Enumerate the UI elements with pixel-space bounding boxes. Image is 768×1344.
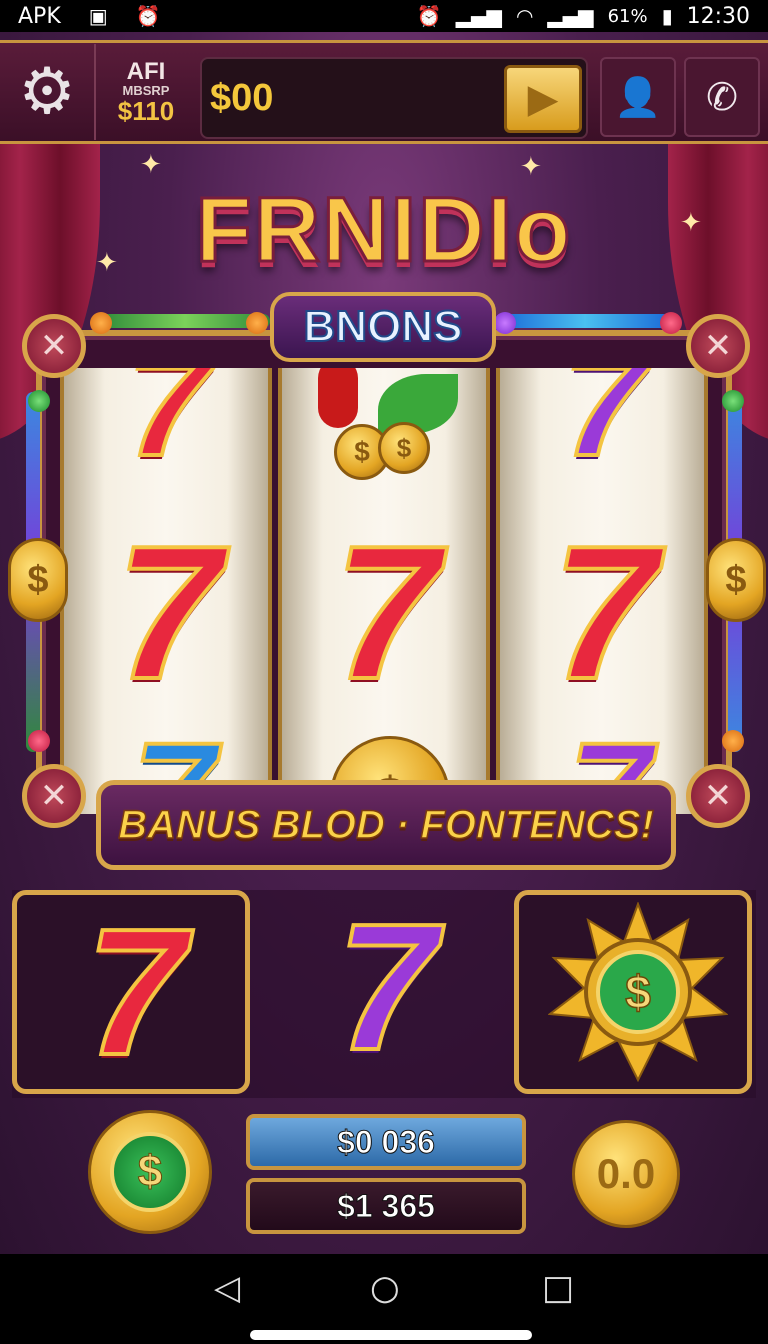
dollar-sign: $ xyxy=(625,966,651,1018)
sun-coin-icon: $ xyxy=(548,902,728,1082)
recent-icon[interactable]: □ xyxy=(542,1268,574,1308)
sparkle-icon: ✦ xyxy=(680,208,702,238)
close-icon[interactable]: ✕ xyxy=(22,314,86,378)
seven-symbol: 7 xyxy=(125,368,212,487)
phone-icon: ✆ xyxy=(706,75,738,119)
total-amount: $1 365 xyxy=(246,1178,526,1234)
gem-icon xyxy=(722,730,744,752)
account-name: AFI xyxy=(126,57,166,85)
account-credit: $110 xyxy=(117,95,175,126)
bet-amount: $0 036 xyxy=(246,1114,526,1170)
phone-button[interactable]: ✆ xyxy=(684,57,760,137)
cherry-icon xyxy=(318,368,358,428)
coin-icon: $ xyxy=(378,422,430,474)
profile-button[interactable]: 👤 xyxy=(600,57,676,137)
seven-symbol: 7 xyxy=(114,507,224,719)
play-icon: ▶ xyxy=(527,76,559,122)
sparkle-icon: ✦ xyxy=(520,152,542,182)
gem-icon xyxy=(494,312,516,334)
profile-icon: 👤 xyxy=(614,74,662,119)
coin-icon: $ xyxy=(8,538,68,622)
close-icon[interactable]: ✕ xyxy=(686,314,750,378)
balance-display: $00 ▶ xyxy=(200,57,588,139)
signal-icon: ▂▄▆ xyxy=(455,4,502,28)
coin-icon: $ xyxy=(706,538,766,622)
image-icon: ▣ xyxy=(88,4,108,28)
play-button[interactable]: ▶ xyxy=(504,65,582,133)
sparkle-icon: ✦ xyxy=(140,150,162,180)
battery-percent: 61% xyxy=(607,5,648,27)
gear-icon[interactable]: ⚙ xyxy=(0,44,96,140)
balance-value: $00 xyxy=(210,77,274,119)
coin-icon: $ xyxy=(110,1132,190,1212)
pause-button[interactable]: 0.0 xyxy=(572,1120,680,1228)
bonus-message-banner: BANUS BLOD · FONTENCS! xyxy=(96,780,676,870)
lower-symbol-row: 7 7 $ xyxy=(12,890,756,1098)
navigation-bar: ◁ ○ □ xyxy=(0,1254,768,1344)
home-icon[interactable]: ○ xyxy=(370,1268,400,1308)
gem-icon xyxy=(90,312,112,334)
account-info: AFI MBSRP $110 xyxy=(96,59,196,125)
sparkle-icon: ✦ xyxy=(96,248,118,278)
seven-symbol: 7 xyxy=(332,507,442,719)
status-bar: APK ▣ ⏰ ⏰ ▂▄▆ ◠ ▂▄▆ 61% ▮ 12:30 xyxy=(0,0,768,32)
bonus-label: BNONS xyxy=(270,292,496,362)
signal-icon: ▂▄▆ xyxy=(547,4,594,28)
coin-button[interactable]: $ xyxy=(88,1110,212,1234)
alarm-icon: ⏰ xyxy=(416,4,442,28)
reel-1: 7 7 7 xyxy=(60,368,272,814)
status-time: 12:30 xyxy=(686,3,750,29)
reel-2: $ $ 7 $ xyxy=(278,368,490,814)
vine-decoration xyxy=(500,314,670,328)
reel-3: 7 7 7 xyxy=(496,368,708,814)
seven-symbol: 7 xyxy=(335,887,439,1088)
close-icon[interactable]: ✕ xyxy=(686,764,750,828)
gem-icon xyxy=(28,390,50,412)
vine-decoration xyxy=(100,314,270,328)
battery-icon: ▮ xyxy=(661,4,673,28)
status-app-label: APK xyxy=(18,3,61,29)
seven-symbol: 7 xyxy=(550,507,660,719)
seven-symbol: 7 xyxy=(84,892,188,1093)
seven-symbol: 7 xyxy=(561,368,648,487)
back-icon[interactable]: ◁ xyxy=(214,1268,240,1308)
gem-icon xyxy=(246,312,268,334)
gem-icon xyxy=(28,730,50,752)
pause-icon: 0.0 xyxy=(596,1150,656,1197)
top-bar: ⚙ AFI MBSRP $110 $00 ▶ 👤 ✆ xyxy=(0,40,768,144)
gem-icon xyxy=(722,390,744,412)
symbol-frame: 7 xyxy=(12,890,250,1094)
gem-icon xyxy=(660,312,682,334)
wifi-icon: ◠ xyxy=(515,4,534,28)
alarm-icon: ⏰ xyxy=(135,4,161,28)
game-area: ⚙ AFI MBSRP $110 $00 ▶ 👤 ✆ FRNIDIo ✦ ✦ ✦… xyxy=(0,32,768,1254)
close-icon[interactable]: ✕ xyxy=(22,764,86,828)
home-indicator[interactable] xyxy=(250,1330,532,1340)
